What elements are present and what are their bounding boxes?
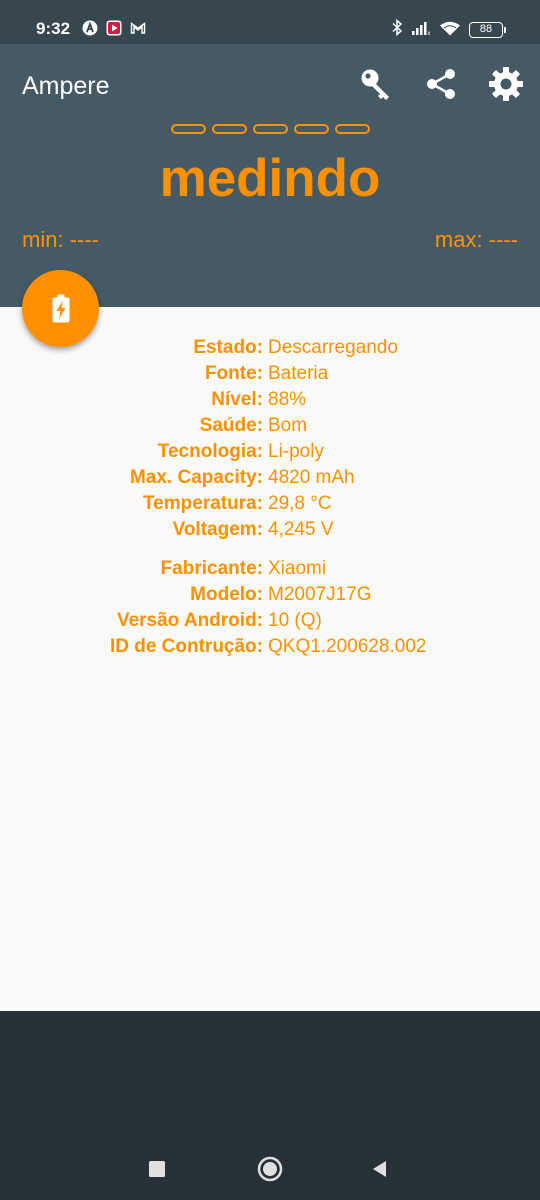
info-label: Modelo: (190, 584, 263, 605)
info-row-build-id: ID de Contrução: QKQ1.200628.002 (0, 634, 540, 660)
square-icon (149, 1161, 165, 1177)
info-value: Bateria (268, 363, 329, 384)
level-dash (212, 124, 247, 134)
recents-button[interactable] (143, 1155, 171, 1183)
status-time: 9:32 (36, 19, 71, 38)
a-circle-icon (82, 20, 98, 36)
info-label: Tecnologia: (157, 441, 263, 462)
level-dash (171, 124, 206, 134)
battery-level: 88 (469, 22, 503, 38)
info-row-tecnologia: Tecnologia: Li-poly (0, 439, 540, 465)
info-label: Temperatura: (142, 493, 263, 514)
app-bar: Ampere medindo min: ---- max: ---- (0, 44, 540, 307)
settings-icon (489, 67, 523, 101)
current-reading: medindo (159, 149, 381, 208)
info-row-fabricante: Fabricante: Xiaomi (0, 556, 540, 582)
info-row-fonte: Fonte: Bateria (0, 361, 540, 387)
max-value: max: ---- (434, 227, 518, 252)
info-value: 4,245 V (268, 519, 334, 540)
info-label: Versão Android: (116, 610, 263, 631)
level-dash (294, 124, 329, 134)
red-play-icon (106, 20, 122, 36)
info-value: 10 (Q) (268, 610, 322, 631)
min-value: min: ---- (22, 227, 99, 252)
back-triangle-icon (373, 1161, 386, 1177)
circle-icon (257, 1156, 283, 1182)
info-row-nivel: Nível: 88% (0, 387, 540, 413)
info-label: Nível: (211, 389, 263, 410)
info-value: Descarregando (268, 337, 398, 358)
settings-button[interactable] (486, 64, 526, 104)
gmail-icon (130, 20, 146, 36)
info-label: Voltagem: (172, 519, 263, 540)
info-value: Xiaomi (268, 558, 327, 579)
app-title: Ampere (22, 72, 110, 100)
svg-text:x: x (428, 31, 431, 36)
info-row-android: Versão Android: 10 (Q) (0, 608, 540, 634)
battery-tip (504, 27, 506, 33)
battery-charging-icon (52, 294, 69, 322)
info-value: 4820 mAh (268, 467, 355, 488)
status-bar: 9:32 x 88 (0, 0, 540, 44)
battery-icon: 88 (469, 22, 506, 38)
system-icons: x 88 (391, 18, 506, 41)
home-button[interactable] (256, 1155, 284, 1183)
key-button[interactable] (356, 64, 396, 104)
share-button[interactable] (421, 64, 461, 104)
info-row-temperatura: Temperatura: 29,8 °C (0, 491, 540, 517)
info-label: Fabricante: (160, 558, 263, 579)
navigation-bar (0, 1011, 540, 1200)
notification-icons (82, 20, 146, 36)
bluetooth-icon (391, 18, 403, 41)
share-icon (427, 69, 455, 99)
info-value: QKQ1.200628.002 (268, 636, 427, 657)
info-row-modelo: Modelo: M2007J17G (0, 582, 540, 608)
info-value: 29,8 °C (268, 493, 332, 514)
level-dash (253, 124, 288, 134)
back-button[interactable] (366, 1155, 394, 1183)
info-value: 88% (268, 389, 307, 410)
info-label: Max. Capacity: (129, 467, 263, 488)
info-row-saude: Saúde: Bom (0, 413, 540, 439)
info-label: Fonte: (204, 363, 263, 384)
level-dashes (171, 124, 370, 134)
info-row-capacity: Max. Capacity: 4820 mAh (0, 465, 540, 491)
level-dash (335, 124, 370, 134)
device-info-list: Fabricante: Xiaomi Modelo: M2007J17G Versã… (0, 556, 540, 660)
info-value: M2007J17G (268, 584, 372, 605)
info-value: Bom (268, 415, 308, 436)
key-icon (361, 69, 389, 100)
battery-fab-button[interactable] (22, 270, 99, 347)
battery-info-list: Estado: Descarregando Fonte: Bateria Nível… (0, 335, 540, 543)
info-value: Li-poly (268, 441, 324, 462)
info-label: ID de Contrução: (109, 636, 263, 657)
wifi-icon (439, 20, 461, 41)
signal-icon: x (411, 20, 431, 41)
info-row-voltagem: Voltagem: 4,245 V (0, 517, 540, 543)
content-area: Estado: Descarregando Fonte: Bateria Nível… (0, 307, 540, 1011)
info-label: Saúde: (199, 415, 263, 436)
